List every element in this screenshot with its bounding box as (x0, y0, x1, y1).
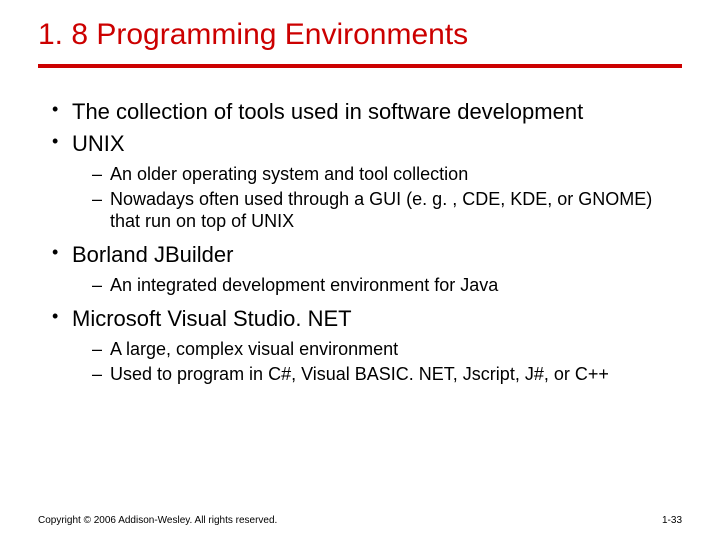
slide-title: 1. 8 Programming Environments (38, 18, 682, 60)
list-item: Borland JBuilder An integrated developme… (52, 241, 682, 297)
slide-content: The collection of tools used in software… (38, 98, 682, 385)
bullet-text: Microsoft Visual Studio. NET (72, 306, 352, 331)
sub-list: An integrated development environment fo… (72, 274, 682, 297)
sub-list-item: Nowadays often used through a GUI (e. g.… (92, 188, 682, 233)
sub-list-item: An older operating system and tool colle… (92, 163, 682, 186)
sub-list: An older operating system and tool colle… (72, 163, 682, 233)
list-item: The collection of tools used in software… (52, 98, 682, 126)
sub-list: A large, complex visual environment Used… (72, 338, 682, 385)
page-number: 1-33 (662, 515, 682, 526)
slide: 1. 8 Programming Environments The collec… (0, 0, 720, 540)
copyright-text: Copyright © 2006 Addison-Wesley. All rig… (38, 515, 277, 526)
sub-list-item: An integrated development environment fo… (92, 274, 682, 297)
list-item: UNIX An older operating system and tool … (52, 130, 682, 233)
list-item: Microsoft Visual Studio. NET A large, co… (52, 305, 682, 386)
bullet-list: The collection of tools used in software… (52, 98, 682, 385)
bullet-text: The collection of tools used in software… (72, 99, 583, 124)
slide-footer: Copyright © 2006 Addison-Wesley. All rig… (38, 515, 682, 526)
bullet-text: UNIX (72, 131, 125, 156)
title-rule (38, 64, 682, 68)
sub-list-item: A large, complex visual environment (92, 338, 682, 361)
bullet-text: Borland JBuilder (72, 242, 233, 267)
sub-list-item: Used to program in C#, Visual BASIC. NET… (92, 363, 682, 386)
